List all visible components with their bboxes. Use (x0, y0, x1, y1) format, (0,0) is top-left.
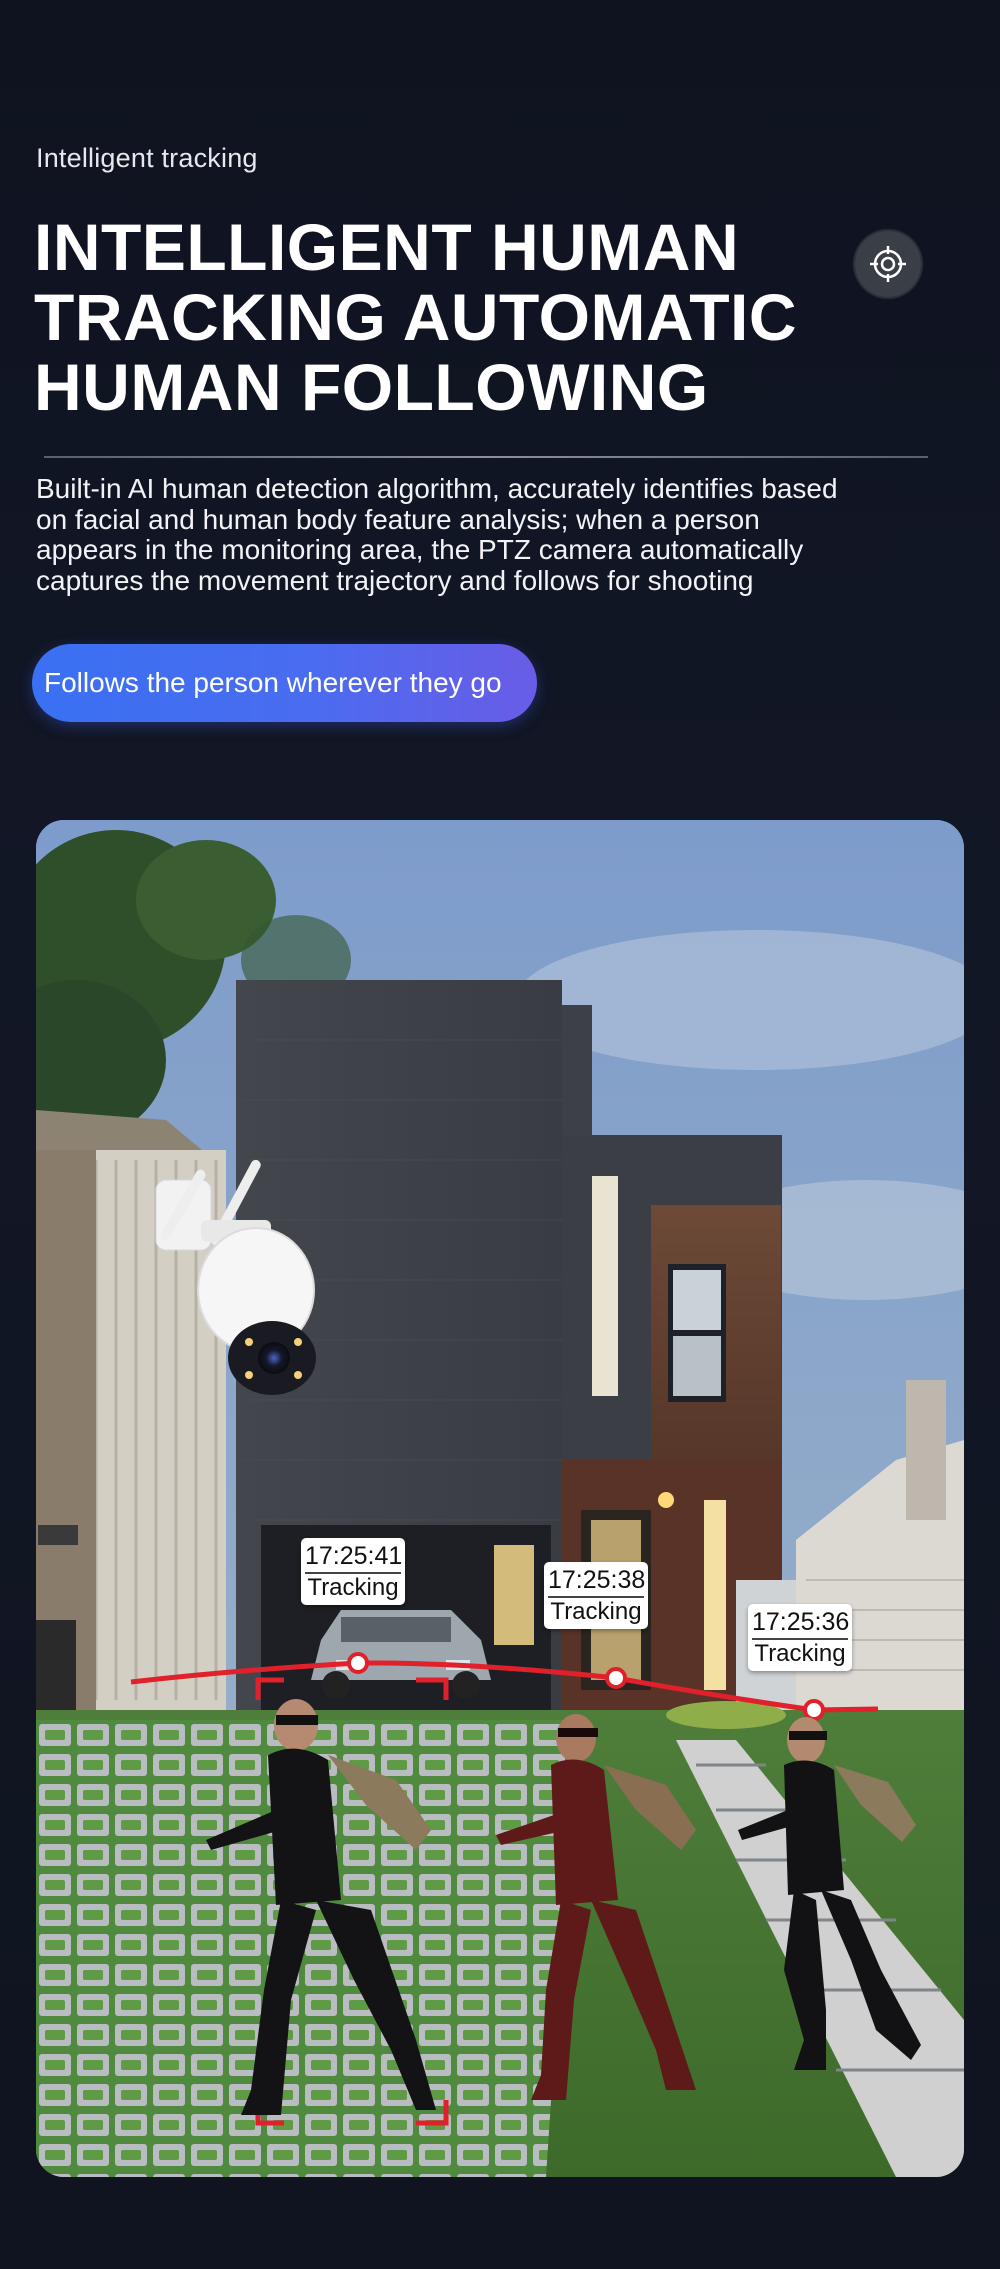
tracking-stamp: 17:25:41 Tracking (301, 1538, 405, 1605)
section-eyebrow: Intelligent tracking (36, 143, 258, 173)
follow-person-cta-button[interactable]: Follows the person wherever they go (32, 644, 537, 722)
target-tracking-button[interactable] (855, 231, 921, 297)
page-headline: INTELLIGENT HUMAN TRACKING AUTOMATIC HUM… (34, 210, 798, 424)
trajectory-point (347, 1652, 369, 1674)
tracking-stamp-status: Tracking (754, 1640, 846, 1667)
section-divider (44, 456, 928, 458)
tracking-stamp-time: 17:25:38 (548, 1566, 645, 1598)
tracking-stamp: 17:25:36 Tracking (748, 1604, 852, 1671)
feature-description: Built-in AI human detection algorithm, a… (36, 473, 838, 596)
tracking-stamp-status: Tracking (550, 1598, 642, 1625)
tracking-stamp-status: Tracking (307, 1574, 399, 1601)
tracking-stamp-time: 17:25:36 (752, 1608, 849, 1640)
trajectory-point (605, 1667, 627, 1689)
tracking-stamp-time: 17:25:41 (305, 1542, 402, 1574)
tracking-stamp: 17:25:38 Tracking (544, 1562, 648, 1629)
trajectory-point (803, 1699, 825, 1721)
tracking-scene-graphic (36, 820, 964, 2177)
tracking-illustration: 17:25:41 Tracking 17:25:38 Tracking 17:2… (36, 820, 964, 2177)
product-feature-page: Intelligent tracking INTELLIGENT HUMAN T… (0, 0, 1000, 2269)
crosshair-target-icon (870, 246, 906, 282)
